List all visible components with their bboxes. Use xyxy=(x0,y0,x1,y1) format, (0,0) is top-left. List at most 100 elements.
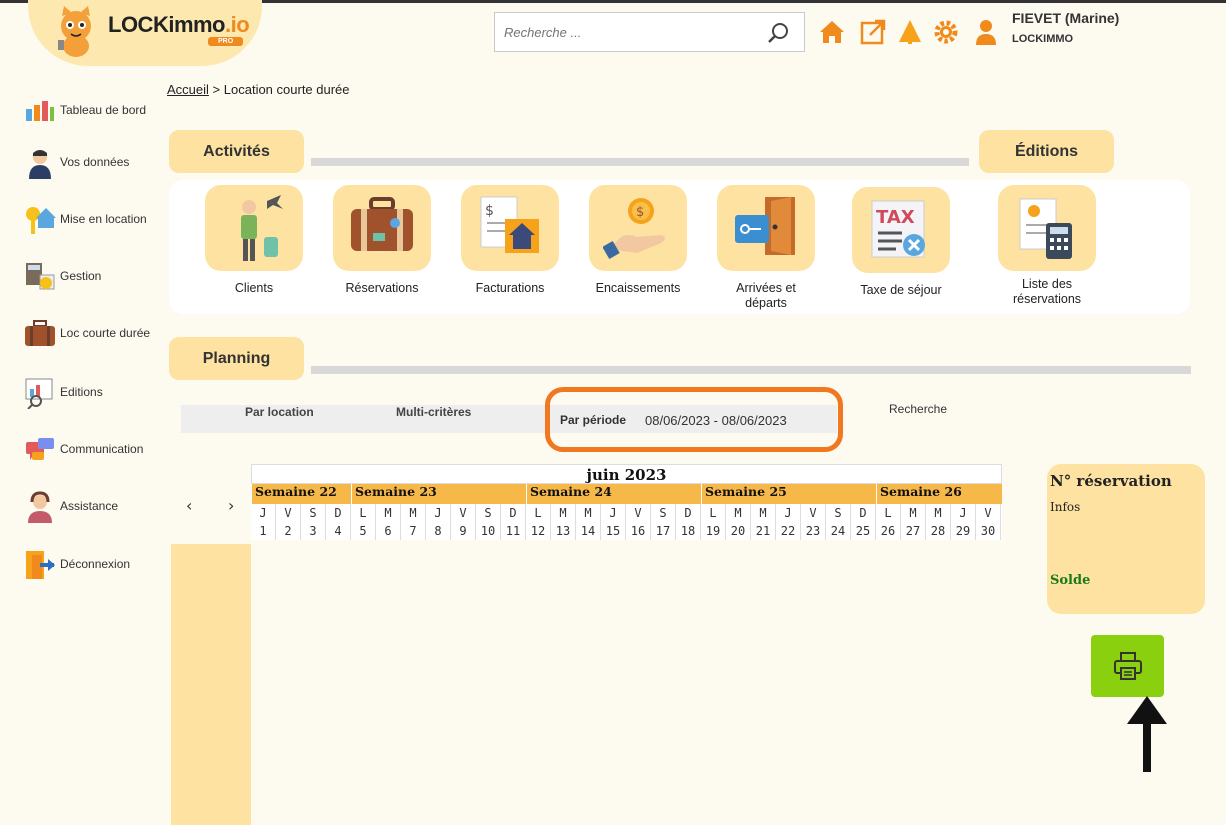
calendar-day-letter: M xyxy=(909,506,917,520)
activity-reservations[interactable]: Réservations xyxy=(332,185,432,296)
calendar-day-cell[interactable]: M7 xyxy=(401,504,426,540)
calendar-day-cell[interactable]: V 30 xyxy=(976,504,1001,540)
calendar-day-cell[interactable]: S 24 xyxy=(826,504,851,540)
calendar-day-number: 15 xyxy=(605,524,621,538)
activity-facturations[interactable]: $ Facturations xyxy=(460,185,560,296)
sidebar-item-label: Mise en location xyxy=(60,212,147,226)
calendar-day-cell[interactable]: M 13 xyxy=(551,504,576,540)
activity-arrivees-departs[interactable]: Arrivées et départs xyxy=(716,185,816,311)
calendar-weeks-row: Semaine 22 Semaine 23 Semaine 24 Semaine 25… xyxy=(251,484,1002,504)
traveler-icon xyxy=(241,195,283,261)
calendar-day-cell[interactable]: D4 xyxy=(326,504,351,540)
calendar-day-cell[interactable]: V9 xyxy=(451,504,476,540)
calculator-icon xyxy=(26,263,55,290)
calendar-day-number: 1 xyxy=(259,524,267,538)
home-icon[interactable] xyxy=(818,18,846,46)
activity-clients[interactable]: Clients xyxy=(204,185,304,296)
sidebar-item-assistance[interactable]: Assistance xyxy=(24,491,164,527)
section-divider xyxy=(311,158,969,166)
sidebar-item-label: Editions xyxy=(60,385,103,399)
calendar-next-button[interactable]: › xyxy=(228,496,234,515)
reservation-number-title: N° réservation xyxy=(1050,472,1172,490)
section-title-activites: Activités xyxy=(169,130,304,173)
calendar-week-header: Semaine 24 xyxy=(526,484,701,504)
calendar-day-cell[interactable]: S 10 xyxy=(476,504,501,540)
calendar-day-cell[interactable]: L5 xyxy=(351,504,376,540)
calendar-day-cell[interactable]: M6 xyxy=(376,504,401,540)
search-input[interactable] xyxy=(495,13,755,51)
calendar-day-cell[interactable]: J1 xyxy=(251,504,276,540)
calendar-day-letter: L xyxy=(884,506,892,520)
calendar-day-letter: D xyxy=(684,506,692,520)
activity-label: Taxe de séjour xyxy=(860,283,942,297)
calendar-day-cell[interactable]: M 28 xyxy=(926,504,951,540)
sidebar-item-vos-donnees[interactable]: Vos données xyxy=(24,147,164,183)
activity-encaissements[interactable]: $ Encaissements xyxy=(588,185,688,296)
tab-par-periode[interactable]: Par période xyxy=(560,413,626,427)
calendar-day-cell[interactable]: J 29 xyxy=(951,504,976,540)
tab-multi-criteres[interactable]: Multi-critères xyxy=(396,405,471,433)
user-icon[interactable] xyxy=(972,18,1000,46)
sidebar-item-gestion[interactable]: Gestion xyxy=(24,261,164,297)
search-icon[interactable] xyxy=(766,21,790,45)
calendar-day-cell[interactable]: M 20 xyxy=(726,504,751,540)
external-link-icon[interactable] xyxy=(859,18,887,46)
calendar-day-cell[interactable]: J 15 xyxy=(601,504,626,540)
section-title-editions: Éditions xyxy=(979,130,1114,173)
calendar-month-title: juin 2023 xyxy=(251,464,1002,484)
calendar-day-letter: J xyxy=(609,506,617,520)
calendar-day-cell[interactable]: M 14 xyxy=(576,504,601,540)
edition-label: Liste des réservations xyxy=(1012,277,1082,306)
planning-rows-column xyxy=(171,544,251,825)
user-name[interactable]: FIEVET (Marine) xyxy=(1012,10,1119,26)
reservation-panel: N° réservation Infos Solde xyxy=(1047,464,1205,614)
calendar-day-cell[interactable]: S3 xyxy=(301,504,326,540)
calendar-day-cell[interactable]: J8 xyxy=(426,504,451,540)
activity-icon-box: $ xyxy=(589,185,687,271)
calendar-day-cell[interactable]: L 19 xyxy=(701,504,726,540)
calendar-day-cell[interactable]: S 17 xyxy=(651,504,676,540)
sidebar-item-communication[interactable]: Communication xyxy=(24,434,164,470)
tab-par-location[interactable]: Par location xyxy=(245,405,314,433)
sidebar-item-mise-en-location[interactable]: Mise en location xyxy=(24,204,164,240)
calendar-day-cell[interactable]: V2 xyxy=(276,504,301,540)
calendar-day-number: 28 xyxy=(930,524,946,538)
calendar-day-number: 2 xyxy=(284,524,292,538)
coin-hand-icon: $ xyxy=(603,198,665,260)
calendar-prev-button[interactable]: ‹ xyxy=(186,496,192,515)
sidebar-item-deconnexion[interactable]: Déconnexion xyxy=(24,549,164,585)
calendar-day-cell[interactable]: V 23 xyxy=(801,504,826,540)
calendar-day-cell[interactable]: M 21 xyxy=(751,504,776,540)
sidebar-item-loc-courte-duree[interactable]: Loc courte durée xyxy=(24,318,164,354)
alert-icon[interactable] xyxy=(896,18,924,46)
sidebar-item-editions[interactable]: Editions xyxy=(24,377,164,413)
sidebar-item-tableau-de-bord[interactable]: Tableau de bord xyxy=(24,95,164,131)
logo[interactable]: LOCKimmo.io PRO xyxy=(28,0,262,66)
calendar-day-cell[interactable]: D 18 xyxy=(676,504,701,540)
calendar-day-cell[interactable]: M 27 xyxy=(901,504,926,540)
calendar-day-number: 30 xyxy=(980,524,996,538)
tab-recherche[interactable]: Recherche xyxy=(889,402,947,416)
calendar-day-cell[interactable]: L 26 xyxy=(876,504,901,540)
breadcrumb-separator: > xyxy=(212,82,221,97)
calendar-day-cell[interactable]: D 11 xyxy=(501,504,526,540)
calendar-day-cell[interactable]: L 12 xyxy=(526,504,551,540)
calendar-day-cell[interactable]: D 25 xyxy=(851,504,876,540)
calendar-day-number: 4 xyxy=(334,524,342,538)
breadcrumb-home-link[interactable]: Accueil xyxy=(167,82,209,97)
gear-icon[interactable] xyxy=(932,18,960,46)
calendar-day-letter: J xyxy=(959,506,967,520)
calendar-day-cell[interactable]: J 22 xyxy=(776,504,801,540)
calendar-day-number: 20 xyxy=(730,524,746,538)
period-range-field[interactable]: 08/06/2023 - 08/06/2023 xyxy=(645,413,787,428)
calendar-day-letter: V xyxy=(284,506,292,520)
calendar-day-letter: L xyxy=(359,506,367,520)
calendar-day-letter: L xyxy=(709,506,717,520)
activity-taxe-de-sejour[interactable]: TAX Taxe de séjour xyxy=(850,187,952,298)
calendar-week-header: Semaine 23 xyxy=(351,484,526,504)
calendar-day-cell[interactable]: V 16 xyxy=(626,504,651,540)
logo-text-main: LOCKimmo xyxy=(108,12,226,37)
edition-liste-des-reservations[interactable]: Liste des réservations xyxy=(994,185,1100,307)
calendar-day-letter: V xyxy=(809,506,817,520)
print-button[interactable] xyxy=(1091,635,1164,697)
